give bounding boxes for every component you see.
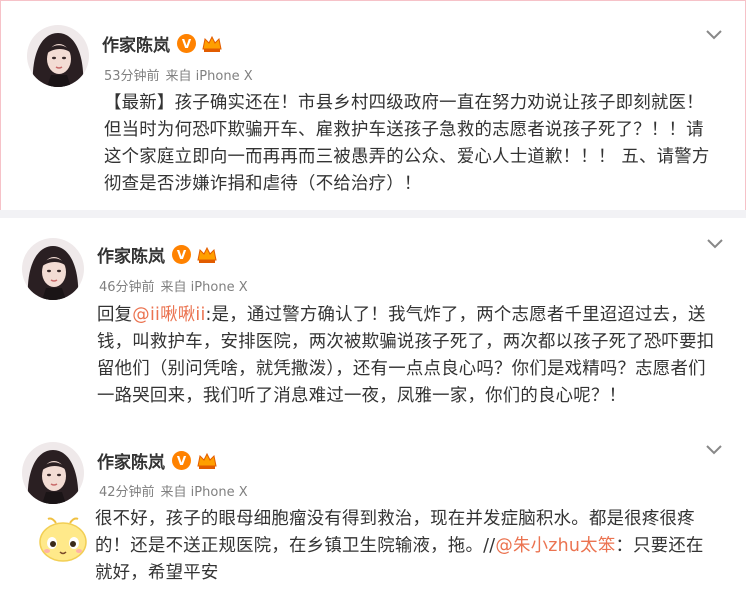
chevron-down-icon[interactable] bbox=[704, 442, 724, 456]
crown-member-icon[interactable] bbox=[201, 34, 223, 54]
author-row: 作家陈岚 V bbox=[97, 242, 218, 267]
author-name[interactable]: 作家陈岚 bbox=[97, 448, 165, 473]
verified-v-badge-icon: V bbox=[177, 34, 196, 53]
reply-prefix: 回复 bbox=[97, 305, 133, 325]
cute-face-emoji-icon bbox=[39, 517, 87, 562]
weibo-post-2: 作家陈岚 V 46分钟前 来自 iPhone X 回复@ii啾啾ii:是，通过警方… bbox=[0, 218, 746, 432]
post-source: 来自 iPhone X bbox=[160, 280, 248, 295]
mention-link[interactable]: @ii啾啾ii bbox=[132, 305, 205, 325]
author-row: 作家陈岚 V bbox=[102, 31, 223, 56]
crown-member-icon[interactable] bbox=[196, 451, 218, 471]
avatar[interactable] bbox=[22, 442, 84, 504]
post-text: 很不好，孩子的眼母细胞瘤没有得到救治，现在并发症脑积水。都是很疼很疼的！还是不送… bbox=[95, 506, 718, 587]
post-time[interactable]: 46分钟前 bbox=[99, 280, 155, 295]
post-text: 【最新】孩子确实还在！市县乡村四级政府一直在努力劝说让孩子即刻就医！但当时为何恐… bbox=[104, 93, 710, 194]
chevron-down-icon[interactable] bbox=[705, 236, 725, 250]
weibo-post-3: 作家陈岚 V 42分钟前 来自 iPhone X 很不好，孩子的眼母细胞瘤没有得到… bbox=[0, 432, 746, 593]
verified-v-badge-icon: V bbox=[172, 245, 191, 264]
post-meta: 53分钟前 来自 iPhone X bbox=[104, 65, 253, 84]
chevron-down-icon[interactable] bbox=[704, 27, 724, 41]
post-source: 来自 iPhone X bbox=[160, 485, 248, 500]
avatar[interactable] bbox=[27, 25, 89, 87]
avatar[interactable] bbox=[22, 238, 84, 300]
post-text: 回复@ii啾啾ii:是，通过警方确认了！我气炸了，两个志愿者千里迢迢过去，送钱，… bbox=[97, 302, 722, 410]
author-name[interactable]: 作家陈岚 bbox=[102, 31, 170, 56]
post-source: 来自 iPhone X bbox=[165, 69, 253, 84]
crown-member-icon[interactable] bbox=[196, 245, 218, 265]
mention-link[interactable]: @朱小zhu太笨 bbox=[495, 536, 615, 556]
post-time[interactable]: 42分钟前 bbox=[99, 485, 155, 500]
post-divider bbox=[0, 210, 746, 218]
post-time[interactable]: 53分钟前 bbox=[104, 69, 160, 84]
post-meta: 46分钟前 来自 iPhone X bbox=[99, 276, 248, 295]
verified-v-badge-icon: V bbox=[172, 451, 191, 470]
post-meta: 42分钟前 来自 iPhone X bbox=[99, 481, 248, 500]
author-name[interactable]: 作家陈岚 bbox=[97, 242, 165, 267]
author-row: 作家陈岚 V bbox=[97, 448, 218, 473]
weibo-post-1: 作家陈岚 V 53分钟前 来自 iPhone X 【最新】孩子确实还在！市县乡村四… bbox=[0, 0, 746, 210]
